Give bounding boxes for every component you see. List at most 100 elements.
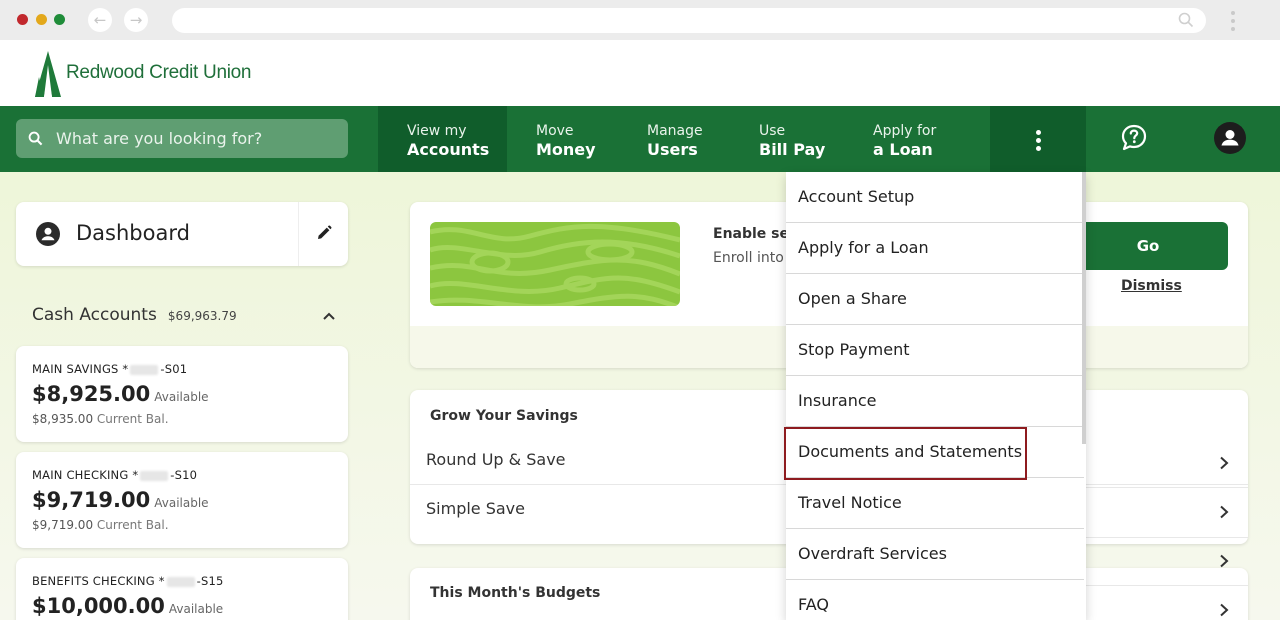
- search-icon: [28, 131, 43, 146]
- nav-apply-loan[interactable]: Apply for a Loan: [873, 106, 936, 172]
- nav-bill-pay[interactable]: Use Bill Pay: [759, 106, 825, 172]
- dashboard-title: Dashboard: [76, 221, 190, 245]
- current-balance-row: $9,719.00 Current Bal.: [32, 518, 169, 532]
- row-divider: [1086, 585, 1248, 586]
- menu-item-account-setup[interactable]: Account Setup: [786, 172, 1084, 223]
- available-balance-row: $10,000.00 Available: [32, 594, 223, 618]
- menu-item-apply-loan[interactable]: Apply for a Loan: [786, 223, 1084, 274]
- budgets-title: This Month's Budgets: [430, 585, 601, 601]
- edit-dashboard-button[interactable]: [298, 202, 348, 266]
- nav-label-line1: Apply for: [873, 123, 937, 139]
- window-minimize-dot[interactable]: [36, 14, 47, 25]
- nav-label-line2: Bill Pay: [759, 140, 826, 159]
- available-balance: $9,719.00: [32, 488, 151, 512]
- menu-item-faq[interactable]: FAQ: [786, 580, 1084, 620]
- menu-item-overdraft-services[interactable]: Overdraft Services: [786, 529, 1084, 580]
- cash-accounts-title: Cash Accounts: [32, 305, 157, 325]
- menu-item-travel-notice[interactable]: Travel Notice: [786, 478, 1084, 529]
- go-button[interactable]: Go: [1068, 222, 1228, 270]
- current-balance-label: Current Bal.: [96, 518, 169, 532]
- grow-savings-title: Grow Your Savings: [430, 408, 578, 424]
- nav-label-line1: Manage: [647, 123, 703, 139]
- address-bar[interactable]: [172, 8, 1206, 33]
- brand-name[interactable]: Redwood Credit Union: [66, 62, 251, 84]
- available-balance-row: $8,925.00 Available: [32, 382, 209, 406]
- cash-accounts-header: Cash Accounts $69,963.79: [32, 305, 237, 325]
- dismiss-link[interactable]: Dismiss: [1121, 278, 1182, 294]
- search-input[interactable]: [56, 119, 341, 158]
- masked-number: [166, 576, 195, 587]
- current-balance-row: $8,935.00 Current Bal.: [32, 412, 169, 426]
- nav-view-accounts[interactable]: View my Accounts: [378, 106, 507, 172]
- dashboard-card: Dashboard: [16, 202, 348, 266]
- arrow-left-icon[interactable]: ←: [88, 8, 112, 32]
- search-box[interactable]: [16, 119, 348, 158]
- menu-item-insurance[interactable]: Insurance: [786, 376, 1084, 427]
- account-name-row: MAIN CHECKING * -S10: [32, 468, 197, 482]
- chevron-right-icon[interactable]: [1219, 603, 1229, 617]
- window-close-dot[interactable]: [17, 14, 28, 25]
- nav-label-line1: Use: [759, 123, 786, 139]
- row-divider: [1086, 487, 1248, 488]
- dropdown-scrollbar[interactable]: [1082, 172, 1086, 444]
- menu-item-stop-payment[interactable]: Stop Payment: [786, 325, 1084, 376]
- masked-number: [140, 470, 169, 481]
- promo-subtitle: Enroll into: [713, 250, 784, 266]
- chevron-right-icon[interactable]: [1219, 505, 1229, 519]
- account-suffix: -S10: [170, 468, 198, 482]
- browser-menu-icon[interactable]: [1226, 9, 1240, 33]
- highlight-box: [784, 427, 1027, 480]
- logo-bar: Redwood Credit Union: [0, 40, 1280, 106]
- user-avatar-icon[interactable]: [1214, 122, 1246, 154]
- vertical-dots-icon: [990, 106, 1086, 151]
- pencil-icon: [318, 225, 332, 239]
- account-mask-prefix: *: [122, 362, 129, 376]
- browser-chrome: ← →: [0, 0, 1280, 40]
- available-balance: $10,000.00: [32, 594, 165, 618]
- current-balance-label: Current Bal.: [96, 412, 169, 426]
- chevron-right-icon[interactable]: [1219, 554, 1229, 568]
- nav-label-line2: Accounts: [407, 140, 490, 159]
- nav-label-line2: Money: [536, 140, 596, 159]
- arrow-right-icon[interactable]: →: [124, 8, 148, 32]
- nav-manage-users[interactable]: Manage Users: [647, 106, 703, 172]
- nav-label-line1: Move: [536, 123, 574, 139]
- account-suffix: -S01: [160, 362, 188, 376]
- chevron-up-icon[interactable]: [321, 308, 337, 324]
- account-card[interactable]: BENEFITS CHECKING * -S15 $10,000.00 Availa…: [16, 558, 348, 620]
- account-card[interactable]: MAIN CHECKING * -S10 $9,719.00 Available $…: [16, 452, 348, 548]
- account-suffix: -S15: [196, 574, 224, 588]
- menu-item-open-share[interactable]: Open a Share: [786, 274, 1084, 325]
- account-name-row: BENEFITS CHECKING * -S15: [32, 574, 224, 588]
- search-icon: [1178, 12, 1194, 28]
- redwood-logo-icon[interactable]: [33, 51, 63, 97]
- nav-label-line1: View my: [407, 123, 467, 139]
- more-dropdown-menu: Account Setup Apply for a Loan Open a Sh…: [786, 172, 1086, 620]
- account-circle-icon: [36, 222, 60, 246]
- promo-image: [430, 222, 680, 306]
- nav-move-money[interactable]: Move Money: [536, 106, 596, 172]
- current-balance: $9,719.00: [32, 518, 94, 532]
- account-mask-prefix: *: [158, 574, 165, 588]
- row-label: Simple Save: [426, 499, 525, 518]
- cash-accounts-total: $69,963.79: [167, 309, 237, 323]
- account-name-row: MAIN SAVINGS * -S01: [32, 362, 187, 376]
- masked-number: [130, 364, 159, 375]
- account-name: MAIN SAVINGS: [32, 362, 119, 376]
- nav-label-line2: Users: [647, 140, 698, 159]
- account-card[interactable]: MAIN SAVINGS * -S01 $8,925.00 Available $8…: [16, 346, 348, 442]
- row-divider: [1086, 537, 1248, 538]
- account-mask-prefix: *: [132, 468, 139, 482]
- nav-label-line2: a Loan: [873, 140, 933, 159]
- available-label: Available: [154, 390, 209, 404]
- window-maximize-dot[interactable]: [54, 14, 65, 25]
- promo-title: Enable sec: [713, 226, 798, 242]
- chat-help-icon[interactable]: [1119, 123, 1149, 153]
- current-balance: $8,935.00: [32, 412, 94, 426]
- chevron-right-icon[interactable]: [1219, 456, 1229, 470]
- account-name: BENEFITS CHECKING: [32, 574, 155, 588]
- available-balance-row: $9,719.00 Available: [32, 488, 209, 512]
- available-label: Available: [154, 496, 209, 510]
- top-navigation: View my Accounts Move Money Manage Users…: [0, 106, 1280, 172]
- more-menu-button[interactable]: [990, 106, 1086, 172]
